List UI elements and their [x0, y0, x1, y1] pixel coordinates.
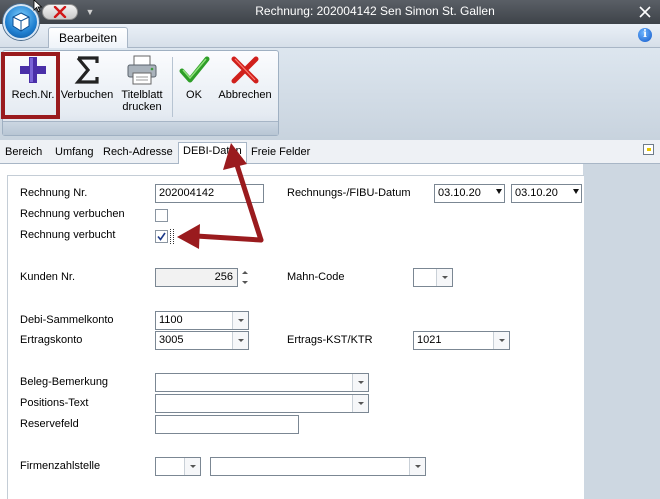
app-cube-icon	[12, 12, 30, 32]
rechnung-verbucht-label: Rechnung verbucht	[20, 229, 116, 241]
rechnung-verbuchen-label: Rechnung verbuchen	[20, 208, 125, 220]
chevron-down-icon[interactable]	[232, 312, 248, 329]
cross-icon	[231, 56, 259, 84]
chevron-down-icon[interactable]	[352, 374, 368, 391]
window-title: Rechnung: 202004142 Sen Simon St. Gallen	[255, 4, 495, 18]
verbuchen-label: Verbuchen	[60, 89, 114, 101]
ribbon-tab-bar: Bearbeiten i	[0, 24, 660, 49]
fibu-datum-field[interactable]: 03.10.20	[511, 184, 582, 203]
ertragskonto-label: Ertragskonto	[20, 334, 83, 346]
titelblatt-drucken-button[interactable]: Titelblatt drucken	[115, 53, 169, 119]
quick-access-close-button[interactable]	[42, 4, 78, 20]
close-icon	[639, 6, 651, 18]
ertragskonto-value: 3005	[159, 334, 184, 346]
titelblatt-drucken-label: Titelblatt drucken	[121, 89, 163, 113]
ribbon-body: Rech.Nr. Verbuchen Titelblatt drucken OK…	[0, 48, 660, 140]
rechnung-nr-field[interactable]: 202004142	[155, 184, 264, 203]
date-dropdown-icon[interactable]	[495, 185, 504, 202]
form-tab-strip: Bereich Umfang Rech-Adresse DEBI-Daten F…	[0, 140, 660, 165]
ribbon-group-footer	[3, 121, 278, 135]
chevron-down-icon[interactable]	[409, 458, 425, 475]
reservefeld-label: Reservefeld	[20, 418, 79, 430]
mahn-code-select[interactable]	[413, 268, 453, 287]
chevron-down-icon[interactable]	[352, 395, 368, 412]
debi-sammelkonto-label: Debi-Sammelkonto	[20, 314, 114, 326]
help-icon[interactable]: i	[638, 28, 652, 42]
ertrags-kst-label: Ertrags-KST/KTR	[287, 334, 373, 346]
debi-daten-panel: Rechnung Nr. 202004142 Rechnungs-/FIBU-D…	[0, 164, 660, 499]
rechnungs-datum-value: 03.10.20	[438, 187, 481, 199]
positions-text-select[interactable]	[155, 394, 369, 413]
ertrags-kst-select[interactable]: 1021	[413, 331, 510, 350]
ribbon-separator	[172, 57, 173, 117]
kunden-nr-spinner[interactable]	[238, 268, 252, 287]
rechnung-nr-label: Rechnung Nr.	[20, 187, 88, 199]
tab-bereich[interactable]: Bereich	[5, 146, 42, 158]
rechnung-verbuchen-checkbox[interactable]	[155, 209, 168, 222]
ok-button[interactable]: OK	[177, 53, 211, 119]
tab-umfang[interactable]: Umfang	[55, 146, 94, 158]
panel-side-area	[583, 164, 660, 499]
firmenzahlstelle-label: Firmenzahlstelle	[20, 460, 101, 472]
spin-down-icon[interactable]	[238, 278, 252, 287]
ertragskonto-select[interactable]: 3005	[155, 331, 249, 350]
mouse-cursor-icon	[33, 0, 43, 12]
chevron-down-icon[interactable]	[184, 458, 200, 475]
focus-indicator	[170, 229, 174, 244]
check-icon	[157, 232, 166, 241]
ribbon-tab-bearbeiten[interactable]: Bearbeiten	[48, 27, 128, 49]
beleg-bemerkung-select[interactable]	[155, 373, 369, 392]
debi-sammelkonto-select[interactable]: 1100	[155, 311, 249, 330]
beleg-bemerkung-label: Beleg-Bemerkung	[20, 376, 109, 388]
checkmark-icon	[179, 56, 210, 83]
printer-icon	[127, 55, 157, 85]
firmenzahlstelle-code-select[interactable]	[155, 457, 201, 476]
kunden-nr-label: Kunden Nr.	[20, 271, 76, 283]
ertrags-kst-value: 1021	[417, 334, 442, 346]
title-bar: ▼ Rechnung: 202004142 Sen Simon St. Gall…	[0, 0, 660, 24]
window-close-button[interactable]	[630, 0, 660, 24]
tab-freie-felder[interactable]: Freie Felder	[251, 146, 310, 158]
spin-up-icon[interactable]	[238, 268, 252, 277]
reservefeld-field[interactable]	[155, 415, 299, 434]
rechnung-verbucht-checkbox[interactable]	[155, 230, 168, 243]
quick-access-dropdown-icon[interactable]: ▼	[84, 5, 96, 19]
abbrechen-button[interactable]: Abbrechen	[215, 53, 275, 119]
sigma-icon	[74, 56, 99, 84]
tab-rech-adresse[interactable]: Rech-Adresse	[103, 146, 173, 158]
chevron-down-icon[interactable]	[436, 269, 452, 286]
red-x-icon	[53, 6, 67, 18]
fibu-datum-value: 03.10.20	[515, 187, 558, 199]
rechnungs-datum-field[interactable]: 03.10.20	[434, 184, 505, 203]
date-dropdown-icon[interactable]	[572, 185, 581, 202]
abbrechen-label: Abbrechen	[218, 89, 272, 101]
positions-text-label: Positions-Text	[20, 397, 89, 409]
ok-label: OK	[186, 89, 202, 101]
tab-debi-daten[interactable]: DEBI-Daten	[178, 142, 247, 165]
chevron-down-icon[interactable]	[232, 332, 248, 349]
chevron-down-icon[interactable]	[493, 332, 509, 349]
kunden-nr-field[interactable]: 256	[155, 268, 238, 287]
mahn-code-label: Mahn-Code	[287, 271, 345, 283]
firmenzahlstelle-name-select[interactable]	[210, 457, 426, 476]
pin-icon[interactable]	[643, 144, 654, 155]
rechnungs-datum-label: Rechnungs-/FIBU-Datum	[287, 187, 411, 199]
verbuchen-button[interactable]: Verbuchen	[59, 53, 115, 119]
debi-sammelkonto-value: 1100	[159, 314, 183, 326]
annotation-highlight-box	[1, 52, 60, 119]
